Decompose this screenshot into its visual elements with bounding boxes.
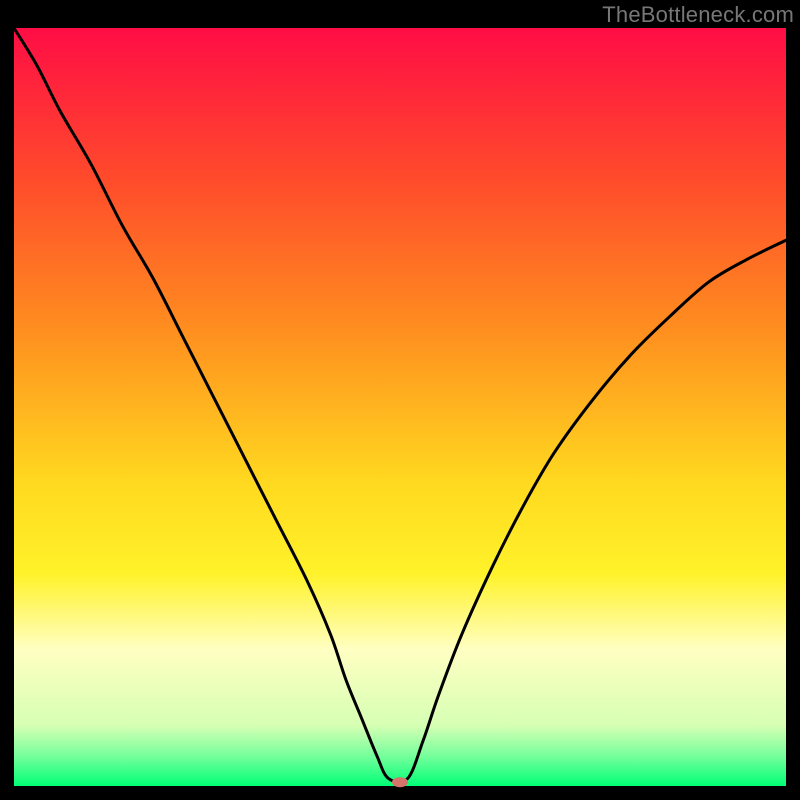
chart-container: TheBottleneck.com	[0, 0, 800, 800]
bottleneck-chart	[0, 0, 800, 800]
watermark: TheBottleneck.com	[602, 2, 794, 28]
bottleneck-point	[392, 777, 408, 787]
plot-area	[14, 28, 786, 786]
